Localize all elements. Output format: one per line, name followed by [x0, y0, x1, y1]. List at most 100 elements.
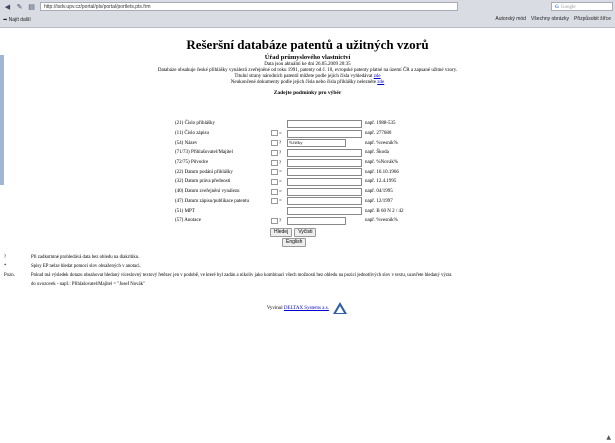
value-cell [287, 167, 362, 177]
note-text: Spisy EP nelze hledat pomocí slov obsaže… [31, 264, 141, 269]
operator-cell: = [271, 167, 287, 177]
form-buttons: Hledej Vyčisti [270, 228, 317, 237]
operator-select[interactable] [271, 188, 278, 195]
search-input[interactable]: G Google [551, 2, 613, 11]
operator-value: ? [279, 218, 282, 224]
deltax-link[interactable]: DELTAX Systems a.s. [284, 306, 329, 311]
field-label: (11) Číslo zápisu [175, 131, 209, 137]
note-item: do uvozovek - např.: Přihlašovatel/Majit… [4, 280, 452, 289]
operator-cell: ? [271, 216, 287, 226]
example-text: např. Škoda [365, 150, 389, 156]
value-cell [287, 148, 362, 158]
operator-value: = [279, 189, 282, 195]
value-cell: %čtčky [287, 138, 362, 148]
example-text: např. 277680 [365, 131, 392, 137]
edit-icon[interactable]: ✎ [15, 2, 24, 11]
operator-select[interactable] [271, 217, 278, 224]
all-images-button[interactable]: Všechny obrázky [531, 16, 569, 22]
field-label: (40) Datum zveřejnění vynálezu [175, 189, 240, 195]
value-cell [287, 119, 362, 129]
example-text: např. %vesnik% [365, 218, 398, 224]
field-label: (47) Datum zápisu/publikace patentu [175, 198, 250, 204]
field-label: (72/75) Původce [175, 160, 209, 166]
field-input[interactable] [287, 129, 362, 138]
note-unfinished: Neukončené dokumenty podle jejich čísla … [230, 80, 385, 85]
operator-select[interactable] [271, 130, 278, 137]
form-row: (21) Číslo přihlášky např. 1988-535 [175, 119, 445, 129]
operator-value: = [279, 180, 282, 186]
fit-width-button[interactable]: Přizpůsobit šířce [574, 16, 611, 22]
operator-select[interactable] [271, 169, 278, 176]
status-icon: ▲ [606, 434, 611, 441]
page-title: Rešeršní databáze patentů a užitných vzo… [186, 37, 429, 52]
operator-select[interactable] [271, 140, 278, 147]
form-heading: Zadejte podmínky pro výběr [273, 90, 342, 96]
field-input[interactable] [287, 158, 362, 167]
field-label: (71/73) Přihlašovatel/Majitel [175, 150, 233, 156]
unfinished-docs-link[interactable]: zde [377, 80, 384, 85]
operator-cell [271, 206, 287, 216]
value-cell [287, 216, 362, 226]
national-patents-link[interactable]: zde [374, 74, 381, 79]
page-icon: ▤ [28, 3, 35, 11]
operator-select[interactable] [271, 149, 278, 156]
form-row: (22) Datum podání přihlášky = např. 16.10.… [175, 167, 445, 177]
operator-cell: = [271, 187, 287, 197]
field-label: (54) Název [175, 140, 198, 146]
page-content: Rešeršní databáze patentů a užitných vzo… [0, 30, 615, 96]
field-input[interactable] [287, 148, 362, 157]
form-row: (71/73) Přihlašovatel/Majitel? např. Škod… [175, 148, 445, 158]
form-row: (11) Číslo zápisu = např. 277680 [175, 129, 445, 139]
google-icon: G [555, 5, 559, 10]
operator-value: = [279, 131, 282, 137]
example-text: např. %vesnik% [365, 140, 398, 146]
note-text: Při zadkotmné prohledává data bez ohledu… [31, 255, 140, 260]
operator-select[interactable] [271, 178, 278, 185]
operator-value: ? [279, 160, 282, 166]
field-input[interactable]: %čtčky [287, 139, 346, 148]
form-row: (47) Datum zápisu/publikace patentu = např… [175, 197, 445, 207]
example-text: např. 12/1997 [365, 198, 393, 204]
note-symbol: Pozn. [4, 273, 15, 278]
search-button[interactable]: Hledej [270, 228, 293, 237]
url-bar[interactable]: http://isdv.upv.cz/portal/pls/portal/por… [40, 2, 458, 11]
back-icon[interactable]: ◀ [3, 2, 12, 11]
value-cell [287, 129, 362, 139]
form-row: (57) Anotace? např. %vesnik% [175, 216, 445, 226]
example-text: např. 1988-535 [365, 121, 396, 127]
note-symbol: * [4, 264, 7, 269]
browser-chrome: ◀ ✎ ▤ http://isdv.upv.cz/portal/pls/port… [0, 0, 615, 28]
example-text: např. B 60 N 2 / 42 [365, 208, 404, 214]
operator-value: ? [279, 150, 282, 156]
field-input[interactable] [287, 119, 362, 128]
value-cell [287, 177, 362, 187]
field-input[interactable] [287, 168, 362, 177]
author-mode-button[interactable]: Autorský mód [495, 16, 526, 22]
footer: Vyvinul DELTAX Systems a.s. [0, 301, 615, 315]
field-label: (22) Datum podání přihlášky [175, 169, 233, 175]
field-input[interactable] [287, 216, 346, 225]
note-item: ? Při zadkotmné prohledává data bez ohled… [4, 253, 452, 262]
operator-select[interactable] [271, 198, 278, 205]
notes: ? Při zadkotmné prohledává data bez ohled… [4, 253, 452, 289]
field-input[interactable] [287, 187, 362, 196]
update-date: Data jsou aktuální ke dni 26.05.2009 20:… [264, 62, 351, 67]
form-row: (51) MPT např. B 60 N 2 / 42 [175, 206, 445, 216]
note-item: * Spisy EP nelze hledat pomocí slov obsaž… [4, 262, 452, 271]
field-input[interactable] [287, 177, 362, 186]
field-input[interactable] [287, 197, 362, 206]
example-text: např. 16.10.1966 [365, 169, 399, 175]
find-next-button[interactable]: ➡ Najít další [3, 17, 31, 23]
operator-select[interactable] [271, 159, 278, 166]
operator-cell [271, 119, 287, 129]
note-national-patents: Titulní strany národních patentů můžete … [234, 74, 381, 79]
clear-button[interactable]: Vyčisti [294, 228, 317, 237]
field-input[interactable] [287, 207, 362, 216]
example-text: např. 04/1995 [365, 189, 393, 195]
operator-cell: ? [271, 148, 287, 158]
office-name: Úřad průmyslového vlastnictví [264, 54, 351, 61]
operator-cell: = [271, 129, 287, 139]
operator-cell: ? [271, 138, 287, 148]
english-button[interactable]: English [282, 238, 307, 247]
value-cell [287, 197, 362, 207]
